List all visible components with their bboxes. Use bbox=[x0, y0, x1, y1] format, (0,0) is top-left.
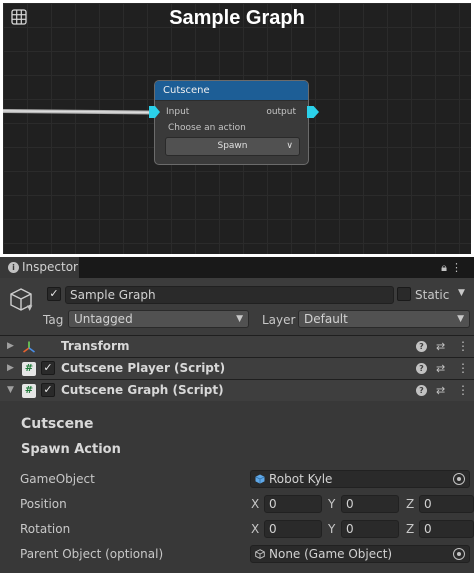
rotation-z-label: Z bbox=[406, 522, 415, 536]
cutscene-node[interactable]: Cutscene Input output Choose an action S… bbox=[149, 80, 319, 165]
output-port-label: output bbox=[266, 107, 296, 117]
cutscene-section-title: Cutscene bbox=[21, 416, 94, 432]
position-y-input[interactable]: 0 bbox=[341, 495, 399, 513]
position-label: Position bbox=[20, 497, 67, 511]
rotation-z-input[interactable]: 0 bbox=[419, 520, 474, 538]
action-dropdown[interactable]: Spawn ∨ bbox=[165, 137, 300, 156]
component-title: Cutscene Player (Script) bbox=[61, 361, 226, 375]
presets-icon[interactable]: ⇄ bbox=[436, 336, 445, 357]
active-checkbox[interactable]: ✓ bbox=[47, 287, 61, 301]
static-checkbox[interactable] bbox=[397, 287, 411, 301]
rotation-x-label: X bbox=[251, 522, 260, 536]
tag-dropdown[interactable]: Untagged ▼ bbox=[68, 310, 249, 328]
static-label: Static bbox=[415, 288, 450, 302]
rotation-label: Rotation bbox=[20, 522, 71, 536]
info-icon: i bbox=[8, 262, 19, 273]
layer-label: Layer bbox=[262, 313, 296, 327]
foldout-expanded-icon[interactable]: ▼ bbox=[7, 380, 14, 401]
transform-axes-icon bbox=[23, 341, 35, 353]
component-title: Transform bbox=[61, 339, 130, 353]
more-options-icon[interactable]: ⋮ bbox=[457, 336, 469, 357]
parent-object-value: None (Game Object) bbox=[269, 547, 393, 561]
foldout-icon[interactable]: ▶ bbox=[7, 358, 14, 379]
presets-icon[interactable]: ⇄ bbox=[436, 358, 445, 379]
object-picker-icon[interactable] bbox=[453, 473, 465, 485]
lock-icon[interactable]: 🔒︎ bbox=[441, 261, 451, 274]
position-z-input[interactable]: 0 bbox=[419, 495, 474, 513]
position-z-label: Z bbox=[406, 497, 415, 511]
help-icon[interactable]: ? bbox=[416, 341, 427, 352]
more-options-icon[interactable]: ⋮ bbox=[457, 358, 469, 379]
presets-icon[interactable]: ⇄ bbox=[436, 380, 445, 401]
graph-canvas[interactable]: Sample Graph Cutscene Input output Choos… bbox=[3, 3, 471, 254]
script-icon: # bbox=[22, 362, 36, 376]
inspector-panel: i Inspector 🔒︎⋮ ▼ ✓ Sample Graph Static ▼… bbox=[0, 257, 474, 573]
port-row: Input output bbox=[149, 104, 319, 120]
parent-object-field[interactable]: None (Game Object) bbox=[250, 545, 470, 563]
gameobject-label: GameObject bbox=[20, 472, 95, 486]
help-icon[interactable]: ? bbox=[416, 363, 427, 374]
component-transform[interactable]: ▶ Transform ? ⇄ ⋮ bbox=[0, 335, 474, 357]
graph-title: Sample Graph bbox=[169, 7, 305, 29]
component-enabled-checkbox[interactable]: ✓ bbox=[41, 383, 55, 397]
rotation-y-input[interactable]: 0 bbox=[341, 520, 399, 538]
help-icon[interactable]: ? bbox=[416, 385, 427, 396]
script-icon: # bbox=[22, 384, 36, 398]
object-header: ▼ ✓ Sample Graph Static ▼ Tag Untagged ▼… bbox=[0, 278, 474, 338]
component-cutscene-graph[interactable]: ▼ # ✓ Cutscene Graph (Script) ? ⇄ ⋮ bbox=[0, 379, 474, 401]
input-port-icon[interactable] bbox=[149, 106, 160, 118]
choose-action-label: Choose an action bbox=[168, 123, 246, 133]
more-options-icon[interactable]: ⋮ bbox=[457, 380, 469, 401]
layer-dropdown[interactable]: Default ▼ bbox=[298, 310, 470, 328]
chevron-down-icon: ∨ bbox=[286, 141, 293, 151]
parent-object-label: Parent Object (optional) bbox=[20, 547, 164, 561]
gameobject-cube-icon bbox=[255, 549, 265, 559]
position-y-label: Y bbox=[328, 497, 336, 511]
spawn-action-title: Spawn Action bbox=[21, 442, 121, 457]
tag-dropdown-value: Untagged bbox=[74, 312, 133, 326]
chevron-down-icon[interactable]: ▼ bbox=[27, 304, 32, 312]
position-x-label: X bbox=[251, 497, 260, 511]
component-enabled-checkbox[interactable]: ✓ bbox=[41, 361, 55, 375]
action-dropdown-value: Spawn bbox=[217, 141, 248, 151]
more-options-icon[interactable]: ⋮ bbox=[451, 261, 466, 274]
output-port-icon[interactable] bbox=[307, 106, 319, 118]
object-picker-icon[interactable] bbox=[453, 548, 465, 560]
input-port-label: Input bbox=[166, 107, 190, 117]
tab-icons: 🔒︎⋮ bbox=[441, 257, 466, 278]
node-title[interactable]: Cutscene bbox=[155, 81, 308, 101]
component-cutscene-player[interactable]: ▶ # ✓ Cutscene Player (Script) ? ⇄ ⋮ bbox=[0, 357, 474, 379]
gameobject-value: Robot Kyle bbox=[269, 472, 333, 486]
rotation-x-input[interactable]: 0 bbox=[264, 520, 322, 538]
prefab-icon bbox=[255, 474, 265, 484]
chevron-down-icon: ▼ bbox=[457, 314, 464, 324]
tab-inspector[interactable]: i Inspector bbox=[0, 257, 79, 278]
layer-dropdown-value: Default bbox=[304, 312, 348, 326]
tab-bar: i Inspector 🔒︎⋮ bbox=[0, 257, 474, 278]
component-title: Cutscene Graph (Script) bbox=[61, 383, 224, 397]
connection-edge[interactable] bbox=[3, 109, 152, 115]
position-x-input[interactable]: 0 bbox=[264, 495, 322, 513]
gameobject-field[interactable]: Robot Kyle bbox=[250, 470, 470, 488]
rotation-y-label: Y bbox=[328, 522, 336, 536]
chevron-down-icon: ▼ bbox=[236, 314, 243, 324]
tab-inspector-label: Inspector bbox=[22, 260, 78, 274]
object-name-input[interactable]: Sample Graph bbox=[65, 286, 394, 304]
chevron-down-icon[interactable]: ▼ bbox=[458, 288, 465, 298]
foldout-icon[interactable]: ▶ bbox=[7, 336, 14, 357]
tag-label: Tag bbox=[43, 313, 64, 327]
